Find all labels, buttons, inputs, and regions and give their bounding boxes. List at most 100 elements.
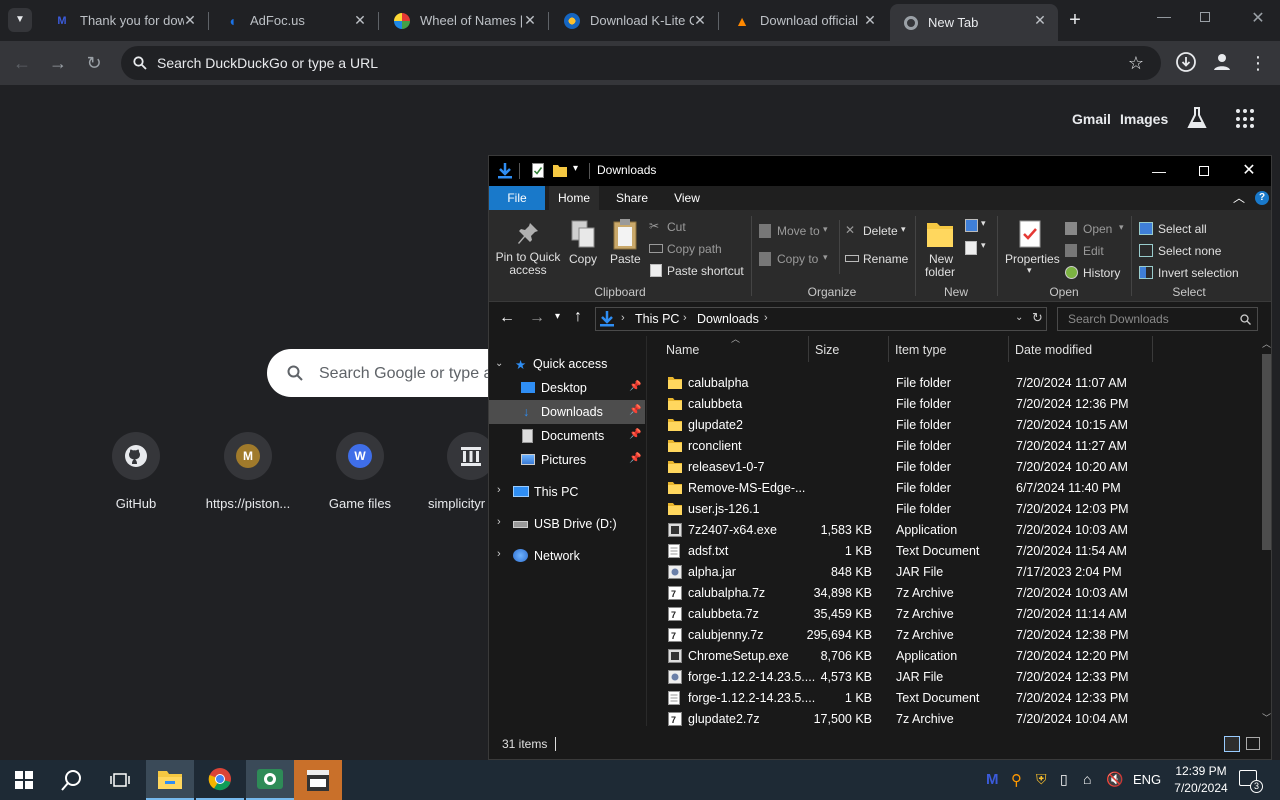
tray-search-icon[interactable]: ⚲ <box>1011 771 1022 789</box>
input-language[interactable]: ENG <box>1133 772 1161 787</box>
close-tab-icon[interactable]: ✕ <box>522 12 538 29</box>
tray-usb-icon[interactable]: ▯ <box>1060 771 1068 788</box>
file-row[interactable]: forge-1.12.2-14.23.5.... 4,573 KB JAR File… <box>647 667 1257 688</box>
new-folder-button[interactable]: New folder <box>921 218 961 282</box>
explorer-maximize-icon[interactable] <box>1181 156 1227 186</box>
file-row[interactable]: 7 glupdate2.7z 17,500 KB 7z Archive 7/20/202… <box>647 709 1257 730</box>
shortcut-github[interactable]: GitHub <box>80 432 192 511</box>
copy-button[interactable]: Copy <box>565 218 599 282</box>
ribbon-tab-share[interactable]: Share <box>607 186 657 210</box>
browser-tab-1[interactable]: M Thank you for dow ✕ <box>40 4 208 37</box>
reload-icon[interactable]: ↻ <box>82 51 106 75</box>
gmail-link[interactable]: Gmail <box>1072 111 1111 127</box>
new-item-button[interactable]: ▾ <box>965 218 989 236</box>
explorer-minimize-icon[interactable]: — <box>1136 156 1182 186</box>
file-row[interactable]: calubbeta File folder 7/20/2024 12:36 PM <box>647 394 1257 415</box>
taskbar-app-4[interactable] <box>294 760 342 800</box>
properties-qat-icon[interactable] <box>532 163 544 178</box>
breadcrumb-this-pc[interactable]: This PC <box>635 312 679 326</box>
file-row[interactable]: calubalpha File folder 7/20/2024 11:07 AM <box>647 373 1257 394</box>
close-tab-icon[interactable]: ✕ <box>862 12 878 29</box>
tray-m-icon[interactable]: M <box>986 771 999 788</box>
help-icon[interactable]: ? <box>1255 191 1269 205</box>
file-row[interactable]: 7 calubalpha.7z 34,898 KB 7z Archive 7/20/20… <box>647 583 1257 604</box>
clock-time[interactable]: 12:39 PM <box>1171 764 1231 778</box>
nav-documents[interactable]: Documents 📌 <box>489 424 645 448</box>
nav-downloads[interactable]: ↓ Downloads 📌 <box>489 400 645 424</box>
pin-quick-access-button[interactable]: Pin to Quick access <box>493 218 563 282</box>
browser-tab-5[interactable]: ▲ Download official ✕ <box>720 4 888 37</box>
shortcut-simplicity[interactable]: simplicityr <box>416 432 495 511</box>
cut-button[interactable]: ✂ Cut <box>649 218 739 236</box>
task-view-button[interactable] <box>96 760 144 800</box>
large-icons-view-icon[interactable] <box>1246 737 1260 750</box>
file-row[interactable]: user.js-126.1 File folder 7/20/2024 12:03 … <box>647 499 1257 520</box>
qat-dropdown-icon[interactable]: ▾ <box>573 163 578 174</box>
taskbar-app-3[interactable] <box>246 760 294 800</box>
address-bar[interactable]: Search DuckDuckGo or type a URL ☆ <box>121 46 1161 80</box>
taskbar-chrome[interactable] <box>196 760 244 800</box>
browser-tab-2[interactable]: ◖ AdFoc.us ✕ <box>210 4 378 37</box>
column-header-date[interactable]: Date modified <box>1015 343 1092 357</box>
properties-button[interactable]: Properties ▾ <box>1003 218 1060 282</box>
recent-locations-icon[interactable]: ▾ <box>555 311 560 322</box>
move-to-button[interactable]: Move to ▾ <box>759 222 835 242</box>
close-tab-icon[interactable]: ✕ <box>182 12 198 29</box>
profile-icon[interactable] <box>1210 51 1234 75</box>
tray-network-icon[interactable]: ⌂ <box>1083 771 1091 787</box>
nav-quick-access[interactable]: ⌄ ★ Quick access <box>489 352 645 376</box>
nav-usb-drive[interactable]: › USB Drive (D:) <box>489 512 645 536</box>
images-link[interactable]: Images <box>1120 111 1168 127</box>
back-icon[interactable]: ← <box>10 51 34 75</box>
nav-this-pc[interactable]: › This PC <box>489 480 645 504</box>
close-tab-icon[interactable]: ✕ <box>1032 12 1048 29</box>
ribbon-collapse-icon[interactable]: ︿ <box>1233 189 1245 206</box>
search-downloads-input[interactable]: Search Downloads <box>1057 307 1258 331</box>
refresh-icon[interactable]: ↻ <box>1032 310 1043 326</box>
nav-back-icon[interactable]: ← <box>499 309 515 327</box>
browser-tab-4[interactable]: Download K-Lite C ✕ <box>550 4 718 37</box>
copy-to-button[interactable]: Copy to ▾ <box>759 250 835 270</box>
file-row[interactable]: adsf.txt 1 KB Text Document 7/20/2024 11:54… <box>647 541 1257 562</box>
explorer-close-icon[interactable]: ✕ <box>1226 156 1271 186</box>
ribbon-tab-view[interactable]: View <box>664 186 710 210</box>
shortcut-piston[interactable]: M https://piston... <box>192 432 304 511</box>
new-tab-button[interactable]: + <box>1064 9 1086 31</box>
close-window-icon[interactable]: ✕ <box>1246 8 1270 28</box>
labs-flask-icon[interactable] <box>1186 106 1208 135</box>
breadcrumb-downloads[interactable]: Downloads <box>697 312 759 326</box>
tray-shield-icon[interactable]: ⛨ <box>1036 771 1047 788</box>
download-icon[interactable] <box>1174 51 1198 75</box>
paste-button[interactable]: Paste <box>607 218 643 282</box>
edit-button[interactable]: Edit <box>1065 242 1121 260</box>
menu-kebab-icon[interactable]: ⋮ <box>1246 51 1270 75</box>
close-tab-icon[interactable]: ✕ <box>692 12 708 29</box>
easy-access-button[interactable]: ▾ <box>965 240 989 258</box>
file-row[interactable]: alpha.jar 848 KB JAR File 7/17/2023 2:04 PM <box>647 562 1257 583</box>
bookmark-star-icon[interactable]: ☆ <box>1124 51 1148 75</box>
minimize-icon[interactable]: — <box>1152 8 1176 24</box>
scroll-up-icon[interactable]: ︿ <box>1262 337 1271 350</box>
forward-icon[interactable]: → <box>46 51 70 75</box>
invert-selection-button[interactable]: Invert selection <box>1139 264 1249 282</box>
address-dropdown-icon[interactable]: ⌄ <box>1015 312 1023 323</box>
close-tab-icon[interactable]: ✕ <box>352 12 368 29</box>
file-row[interactable]: releasev1-0-7 File folder 7/20/2024 10:20 … <box>647 457 1257 478</box>
column-header-type[interactable]: Item type <box>895 343 946 357</box>
copy-path-button[interactable]: Copy path <box>649 240 739 258</box>
restore-icon[interactable] <box>1200 12 1210 22</box>
history-button[interactable]: History <box>1065 264 1125 282</box>
ribbon-tab-home[interactable]: Home <box>549 186 599 210</box>
rename-button[interactable]: Rename <box>845 250 911 270</box>
browser-tab-3[interactable]: Wheel of Names | ✕ <box>380 4 548 37</box>
file-row[interactable]: 7 calubbeta.7z 35,459 KB 7z Archive 7/20/202… <box>647 604 1257 625</box>
details-view-icon[interactable] <box>1224 736 1240 752</box>
browser-tab-6[interactable]: New Tab ✕ <box>890 4 1058 41</box>
file-row[interactable]: 7z2407-x64.exe 1,583 KB Application 7/20/20… <box>647 520 1257 541</box>
address-breadcrumb[interactable]: › This PC › Downloads › ⌄ ↻ <box>595 307 1047 331</box>
scroll-down-icon[interactable]: ﹀ <box>1262 711 1271 724</box>
file-row[interactable]: 7 calubjenny.7z 295,694 KB 7z Archive 7/20/2… <box>647 625 1257 646</box>
select-all-button[interactable]: Select all <box>1139 220 1239 238</box>
file-row[interactable]: ChromeSetup.exe 8,706 KB Application 7/20/2… <box>647 646 1257 667</box>
select-none-button[interactable]: Select none <box>1139 242 1239 260</box>
